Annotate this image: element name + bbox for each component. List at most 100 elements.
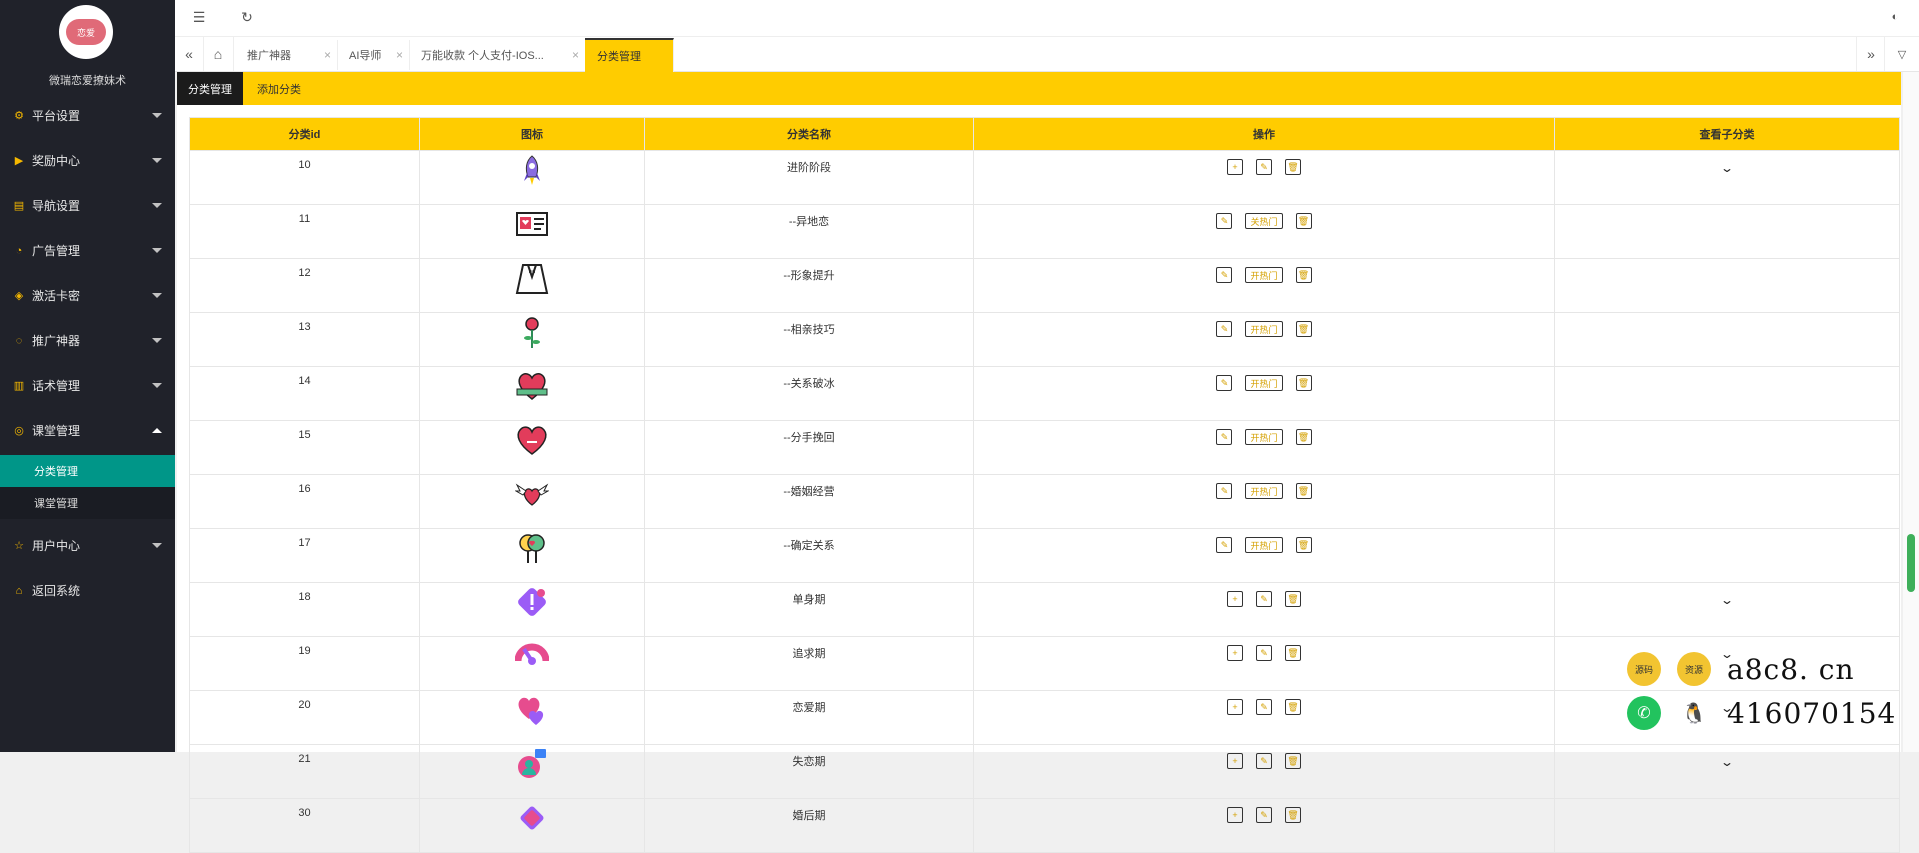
delete-button[interactable]: 🗑 (1285, 159, 1301, 175)
header-ops: 操作 (973, 117, 1555, 151)
add-child-button[interactable]: + (1227, 699, 1243, 715)
refresh-icon[interactable]: ↻ (235, 0, 259, 34)
tabs-scroll-left-icon[interactable]: « (175, 37, 204, 71)
sidebar-subitem-1[interactable]: 课堂管理 (0, 487, 175, 519)
home-icon: ⌂ (15, 584, 23, 597)
tab-3[interactable]: 分类管理 (585, 38, 674, 72)
sidebar-item-9[interactable]: ⌂ 返回系统 (0, 568, 175, 613)
sidebar-item-3[interactable]: ◔ 广告管理 (0, 228, 175, 273)
sidebar-item-0[interactable]: ⚙ 平台设置 (0, 93, 175, 138)
tabs-menu-icon[interactable]: ▽ (1884, 37, 1919, 71)
delete-button[interactable]: 🗑 (1295, 213, 1312, 229)
sidebar-item-5[interactable]: ◌ 推广神器 (0, 318, 175, 363)
delete-button[interactable]: 🗑 (1295, 429, 1312, 445)
toggle-hot-button[interactable]: 开热门 (1245, 375, 1283, 391)
cell-name: --关系破冰 (644, 366, 974, 421)
star-icon: ☆ (14, 540, 24, 552)
sidebar-item-4[interactable]: ◈ 激活卡密 (0, 273, 175, 318)
badge-resource: 资源 (1677, 652, 1711, 686)
cell-children (1554, 258, 1900, 313)
tab-1[interactable]: AI导师 × (337, 40, 410, 70)
edit-button[interactable]: ✎ (1216, 321, 1233, 337)
cell-ops: + ✎ 🗑 (973, 636, 1555, 691)
cell-id: 12 (189, 258, 420, 313)
edit-button[interactable]: ✎ (1256, 753, 1272, 769)
sidebar-item-1[interactable]: ▶ 奖励中心 (0, 138, 175, 183)
tab-label: 万能收款 个人支付-IOS... (421, 50, 544, 62)
sidebar-item-7[interactable]: ◎ 课堂管理 (0, 408, 175, 453)
subtab-category-manage[interactable]: 分类管理 (177, 72, 243, 105)
edit-button[interactable]: ✎ (1216, 429, 1233, 445)
delete-button[interactable]: 🗑 (1295, 321, 1312, 337)
chevron-down-icon[interactable]: ⌄ (1720, 161, 1734, 175)
cell-icon (419, 474, 645, 529)
edit-button[interactable]: ✎ (1256, 591, 1272, 607)
delete-button[interactable]: 🗑 (1295, 537, 1312, 553)
edit-button[interactable]: ✎ (1256, 159, 1272, 175)
add-child-button[interactable]: + (1227, 591, 1243, 607)
subtab-add-category[interactable]: 添加分类 (246, 72, 312, 105)
toggle-hot-button[interactable]: 开热门 (1245, 483, 1283, 499)
cell-icon (419, 366, 645, 421)
toggle-hot-button[interactable]: 开热门 (1245, 537, 1283, 553)
delete-button[interactable]: 🗑 (1285, 645, 1301, 661)
tab-2[interactable]: 万能收款 个人支付-IOS... × (409, 40, 586, 70)
toggle-hot-button[interactable]: 关热门 (1245, 213, 1283, 229)
tabs-scroll-right-icon[interactable]: » (1856, 37, 1885, 71)
sidebar-item-2[interactable]: ▤ 导航设置 (0, 183, 175, 228)
edit-button[interactable]: ✎ (1256, 699, 1272, 715)
add-child-button[interactable]: + (1227, 807, 1243, 823)
edit-button[interactable]: ✎ (1216, 375, 1233, 391)
delete-button[interactable]: 🗑 (1295, 483, 1312, 499)
chevron-down-icon (152, 113, 162, 118)
suit-icon (515, 261, 549, 295)
sidebar-item-6[interactable]: ▥ 话术管理 (0, 363, 175, 408)
delete-button[interactable]: 🗑 (1285, 753, 1301, 769)
theme-icon[interactable]: ◐ (1883, 0, 1907, 34)
delete-button[interactable]: 🗑 (1295, 375, 1312, 391)
header-id: 分类id (189, 117, 420, 151)
close-icon[interactable]: × (572, 48, 579, 62)
cell-children (1554, 474, 1900, 529)
chevron-down-icon[interactable]: ⌄ (1720, 755, 1734, 769)
sub-tabs: 分类管理 添加分类 (177, 72, 1901, 105)
delete-button[interactable]: 🗑 (1295, 267, 1312, 283)
table-row: 30 婚后期 + ✎ 🗑 (189, 798, 1900, 853)
edit-button[interactable]: ✎ (1256, 807, 1272, 823)
close-icon[interactable]: × (396, 48, 403, 62)
add-child-button[interactable]: + (1227, 159, 1243, 175)
home-tab-icon[interactable]: ⌂ (203, 37, 234, 71)
close-icon[interactable]: × (324, 48, 331, 62)
cell-icon (419, 582, 645, 637)
edit-button[interactable]: ✎ (1216, 537, 1233, 553)
edit-button[interactable]: ✎ (1216, 483, 1233, 499)
menu-collapse-icon[interactable]: ☰ (187, 0, 211, 34)
chevron-down-icon[interactable]: ⌄ (1720, 593, 1734, 607)
sidebar-subitem-0[interactable]: 分类管理 (0, 455, 175, 487)
cell-name: --分手挽回 (644, 420, 974, 475)
delete-button[interactable]: 🗑 (1285, 591, 1301, 607)
delete-button[interactable]: 🗑 (1285, 807, 1301, 823)
scroll-thumb[interactable] (1907, 534, 1915, 592)
toggle-hot-button[interactable]: 开热门 (1245, 321, 1283, 337)
delete-button[interactable]: 🗑 (1285, 699, 1301, 715)
cell-id: 18 (189, 582, 420, 637)
table-row: 17 --确定关系 ✎ 开热门 🗑 (189, 528, 1900, 583)
edit-button[interactable]: ✎ (1216, 213, 1233, 229)
table-row: 10 进阶阶段 + ✎ 🗑 ⌄ (189, 150, 1900, 205)
edit-button[interactable]: ✎ (1216, 267, 1233, 283)
tab-0[interactable]: 推广神器 × (235, 40, 338, 70)
sidebar-subitem-label: 课堂管理 (34, 498, 78, 510)
table-row: 16 --婚姻经营 ✎ 开热门 🗑 (189, 474, 1900, 529)
cell-name: --确定关系 (644, 528, 974, 583)
toggle-hot-button[interactable]: 开热门 (1245, 429, 1283, 445)
cell-icon (419, 690, 645, 745)
add-child-button[interactable]: + (1227, 645, 1243, 661)
edit-button[interactable]: ✎ (1256, 645, 1272, 661)
heart-wings-icon (514, 477, 550, 511)
add-child-button[interactable]: + (1227, 753, 1243, 769)
scrollbar[interactable] (1903, 72, 1919, 752)
sidebar-item-8[interactable]: ☆ 用户中心 (0, 523, 175, 568)
toggle-hot-button[interactable]: 开热门 (1245, 267, 1283, 283)
cell-id: 30 (189, 798, 420, 853)
